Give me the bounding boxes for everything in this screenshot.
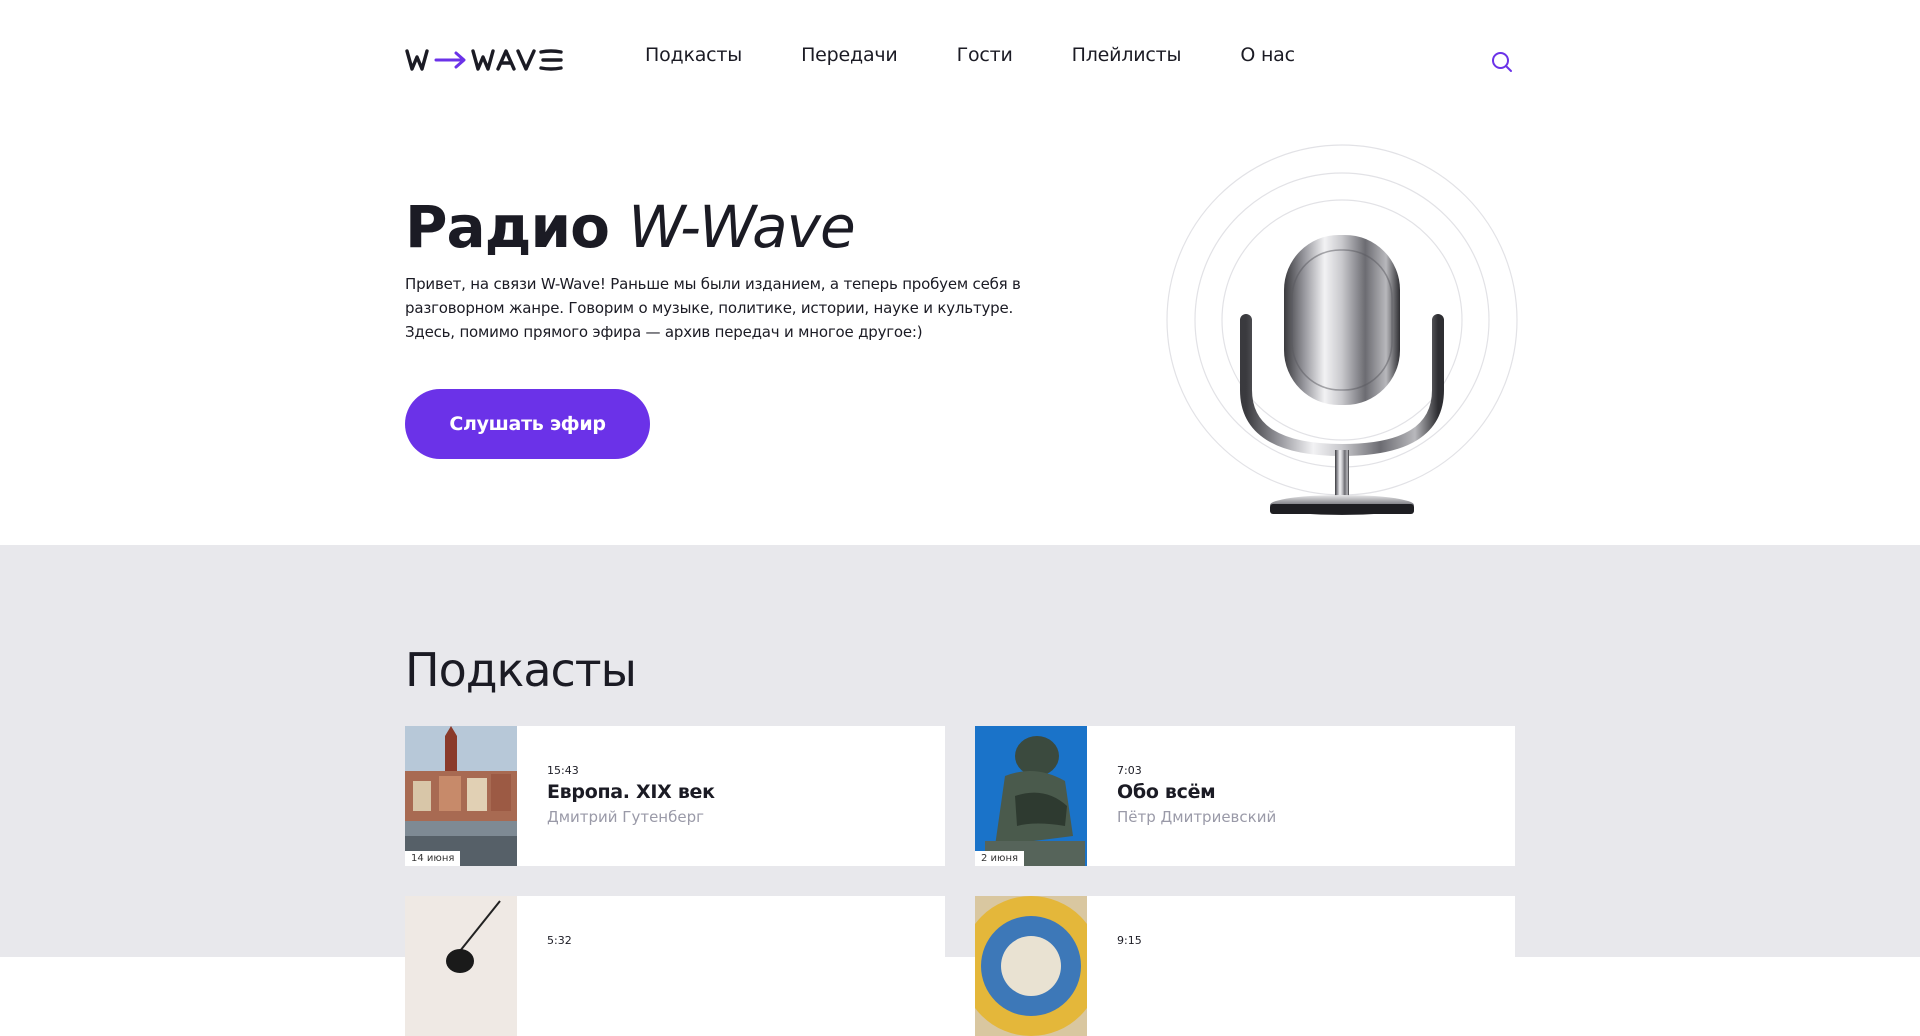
nav-podcasts[interactable]: Подкасты: [645, 44, 742, 66]
podcast-card[interactable]: 14 июня 15:43 Европа. XIX век Дмитрий Гу…: [405, 726, 945, 866]
nav-about[interactable]: О нас: [1240, 44, 1295, 66]
main-nav: Подкасты Передачи Гости Плейлисты О нас: [645, 44, 1295, 66]
podcast-card[interactable]: 9:15: [975, 896, 1515, 1036]
podcast-author: Пётр Дмитриевский: [1117, 808, 1277, 826]
podcast-title[interactable]: Обо всём: [1117, 781, 1216, 803]
podcast-date: 2 июня: [975, 851, 1025, 866]
nav-guests[interactable]: Гости: [957, 44, 1013, 66]
podcast-cover-image: [405, 896, 517, 1036]
hero-title: Радио W-Wave: [405, 192, 856, 262]
nav-shows[interactable]: Передачи: [801, 44, 898, 66]
nav-playlists[interactable]: Плейлисты: [1072, 44, 1182, 66]
hero-description: Привет, на связи W-Wave! Раньше мы были …: [405, 275, 1021, 341]
podcast-duration: 15:43: [547, 764, 579, 777]
podcast-card[interactable]: 5:32: [405, 896, 945, 1036]
listen-live-button[interactable]: Слушать эфир: [405, 389, 650, 459]
podcast-date: 14 июня: [405, 851, 461, 866]
hero-title-bold: Радио: [405, 193, 610, 261]
site-header: Подкасты Передачи Гости Плейлисты О нас: [0, 0, 1920, 120]
podcast-cover-image: [975, 896, 1087, 1036]
podcast-cover-image: 14 июня: [405, 726, 517, 866]
podcasts-section: Подкасты 14 июня 15:43 Европа. XIX век Д…: [0, 545, 1920, 1036]
search-icon[interactable]: [1490, 50, 1514, 74]
podcasts-title: Подкасты: [405, 643, 637, 697]
podcast-duration: 7:03: [1117, 764, 1142, 777]
microphone-illustration: [1166, 144, 1518, 515]
hero-title-italic: W-Wave: [628, 193, 855, 261]
podcast-author: Дмитрий Гутенберг: [547, 808, 704, 826]
podcast-card[interactable]: 2 июня 7:03 Обо всём Пётр Дмитриевский: [975, 726, 1515, 866]
podcast-title[interactable]: Европа. XIX век: [547, 781, 715, 803]
podcast-duration: 5:32: [547, 934, 572, 947]
podcast-cover-image: 2 июня: [975, 726, 1087, 866]
podcast-duration: 9:15: [1117, 934, 1142, 947]
w-wave-logo: [405, 49, 563, 71]
